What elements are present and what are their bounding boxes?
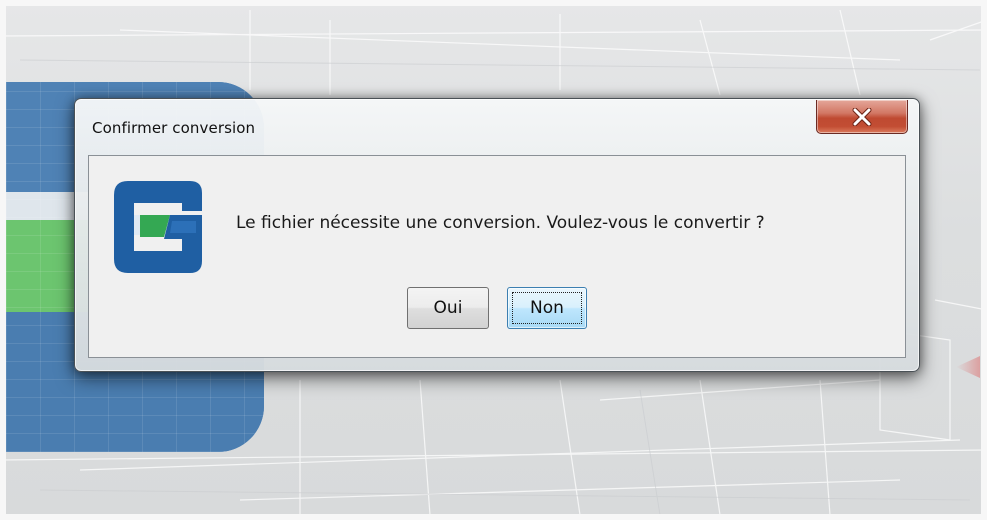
dialog-title: Confirmer conversion	[92, 119, 256, 137]
confirm-conversion-dialog: Confirmer conversion Le fichier nécessit…	[74, 98, 920, 372]
desktop-background: Confirmer conversion Le fichier nécessit…	[0, 0, 987, 520]
dialog-message: Le fichier nécessite une conversion. Vou…	[236, 213, 765, 233]
close-icon	[852, 107, 872, 126]
yes-button[interactable]: Oui	[407, 287, 489, 329]
close-button[interactable]	[816, 100, 908, 134]
no-button[interactable]: Non	[507, 287, 587, 329]
app-logo-icon	[114, 181, 202, 273]
dialog-content: Le fichier nécessite une conversion. Vou…	[88, 155, 906, 358]
no-button-label: Non	[530, 298, 564, 318]
dialog-titlebar[interactable]: Confirmer conversion	[75, 99, 919, 155]
